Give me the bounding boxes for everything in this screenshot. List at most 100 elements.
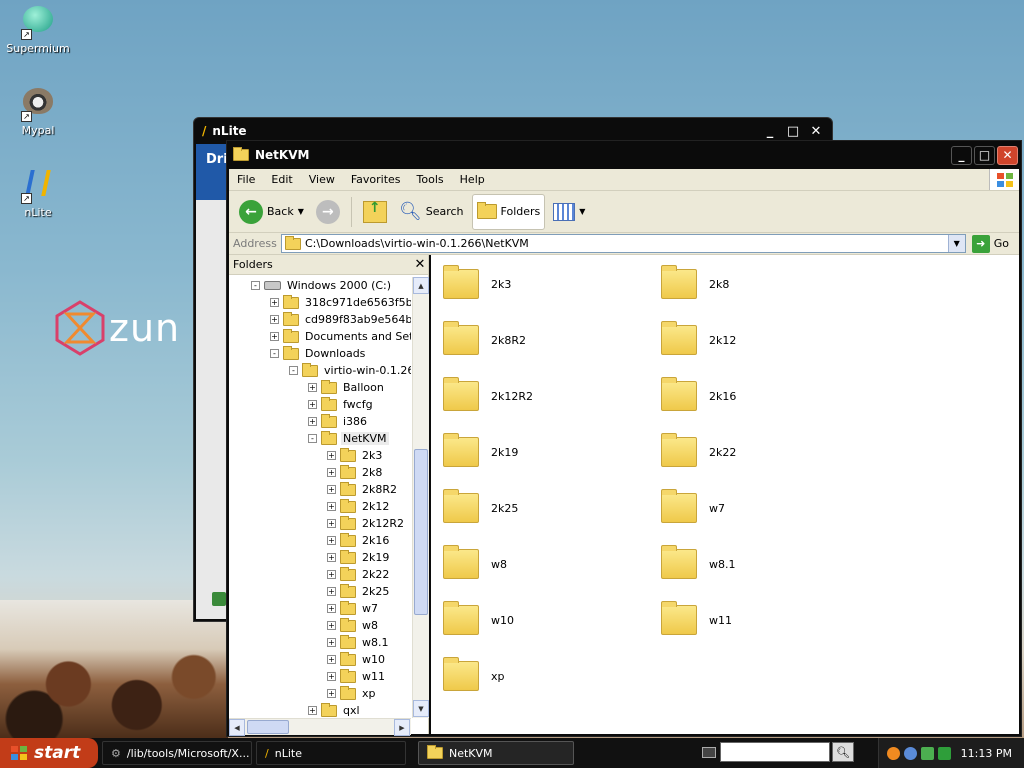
keyboard-icon[interactable] <box>702 747 716 758</box>
folder-item[interactable]: 2k12R2 <box>443 377 533 411</box>
folder-item[interactable]: 2k19 <box>443 433 518 467</box>
desktop-icon-nlite[interactable]: ↗ nLite <box>0 168 76 219</box>
tree-node[interactable]: + fwcfg <box>308 396 375 413</box>
back-dropdown-icon[interactable]: ▼ <box>298 207 304 216</box>
expand-icon[interactable]: + <box>327 536 336 545</box>
collapse-icon[interactable]: - <box>289 366 298 375</box>
tree-vertical-scrollbar[interactable]: ▲ ▼ <box>412 277 429 718</box>
expand-icon[interactable]: + <box>327 451 336 460</box>
collapse-icon[interactable]: - <box>270 349 279 358</box>
tree-node[interactable]: +2k12R2 <box>327 515 406 532</box>
tray-app-icon[interactable] <box>887 746 900 760</box>
expand-icon[interactable]: + <box>327 672 336 681</box>
expand-icon[interactable]: + <box>327 485 336 494</box>
maximize-button[interactable]: □ <box>974 145 995 165</box>
minimize-button[interactable]: _ <box>760 122 780 140</box>
scroll-left-button[interactable]: ◀ <box>229 719 245 736</box>
maximize-button[interactable]: □ <box>783 122 803 140</box>
expand-icon[interactable]: + <box>327 604 336 613</box>
search-button[interactable]: 🔍︎ Search <box>395 194 468 230</box>
expand-icon[interactable]: + <box>308 383 317 392</box>
taskbar-item-nlite[interactable]: / nLite <box>256 741 406 765</box>
tree-node[interactable]: - virtio-win-0.1.266 <box>289 362 411 379</box>
folder-item[interactable]: 2k16 <box>661 377 736 411</box>
minimize-button[interactable]: _ <box>951 145 972 165</box>
folder-item[interactable]: w10 <box>443 601 514 635</box>
tree-horizontal-scrollbar[interactable]: ◀ ▶ <box>229 718 411 736</box>
taskbar-search-button[interactable]: 🔍︎ <box>832 742 854 762</box>
expand-icon[interactable]: + <box>308 400 317 409</box>
close-folders-pane-button[interactable]: ✕ <box>412 257 428 272</box>
tree-node[interactable]: + i386 <box>308 413 369 430</box>
tree-node[interactable]: + w8.1 <box>327 634 391 651</box>
folder-item[interactable]: 2k8R2 <box>443 321 526 355</box>
tree-node[interactable]: +2k12 <box>327 498 391 515</box>
tree-node[interactable]: +2k3 <box>327 447 384 464</box>
taskbar-search-input[interactable] <box>720 742 830 762</box>
expand-icon[interactable]: + <box>327 638 336 647</box>
tree-node[interactable]: + w8 <box>327 617 380 634</box>
explorer-window[interactable]: NetKVM _ □ ✕ File Edit View Favorites To… <box>226 140 1022 768</box>
tree-node[interactable]: +2k22 <box>327 566 391 583</box>
expand-icon[interactable]: + <box>270 298 279 307</box>
expand-icon[interactable]: + <box>308 417 317 426</box>
folder-item[interactable]: 2k12 <box>661 321 736 355</box>
menu-view[interactable]: View <box>301 173 343 186</box>
tray-check-icon[interactable] <box>938 746 951 760</box>
collapse-icon[interactable]: - <box>308 434 317 443</box>
menu-favorites[interactable]: Favorites <box>343 173 409 186</box>
address-dropdown-icon[interactable]: ▼ <box>947 235 965 252</box>
expand-icon[interactable]: + <box>270 315 279 324</box>
expand-icon[interactable]: + <box>327 553 336 562</box>
expand-icon[interactable]: + <box>327 689 336 698</box>
scroll-thumb[interactable] <box>247 720 289 734</box>
tree-node[interactable]: - Downloads <box>270 345 367 362</box>
menu-file[interactable]: File <box>229 173 263 186</box>
tree-node[interactable]: +2k16 <box>327 532 391 549</box>
expand-icon[interactable]: + <box>308 706 317 715</box>
folder-item[interactable]: 2k3 <box>443 265 511 299</box>
go-button[interactable]: ➜ Go <box>970 234 1019 253</box>
taskbar-item-netkvm[interactable]: NetKVM <box>418 741 574 765</box>
expand-icon[interactable]: + <box>327 502 336 511</box>
back-button[interactable]: ← Back ▼ <box>235 194 308 230</box>
address-field[interactable]: C:\Downloads\virtio-win-0.1.266\NetKVM ▼ <box>281 234 966 253</box>
folder-item[interactable]: w7 <box>661 489 725 523</box>
menu-tools[interactable]: Tools <box>409 173 452 186</box>
scroll-down-button[interactable]: ▼ <box>413 700 429 717</box>
tray-search-icon[interactable] <box>904 746 917 760</box>
menu-edit[interactable]: Edit <box>263 173 300 186</box>
collapse-icon[interactable]: - <box>251 281 260 290</box>
explorer-titlebar[interactable]: NetKVM _ □ ✕ <box>227 141 1021 169</box>
up-button[interactable]: ↑ <box>359 194 391 230</box>
tree-node[interactable]: + xp <box>327 685 378 702</box>
tray-network-icon[interactable] <box>921 746 934 760</box>
tree-node[interactable]: +2k25 <box>327 583 391 600</box>
scroll-thumb[interactable] <box>414 449 428 615</box>
expand-icon[interactable]: + <box>327 468 336 477</box>
tree-node[interactable]: +2k8 <box>327 464 384 481</box>
folder-item[interactable]: xp <box>443 657 505 691</box>
close-button[interactable]: ✕ <box>997 145 1018 165</box>
tree-node[interactable]: - Windows 2000 (C:) <box>251 277 393 294</box>
tree-node[interactable]: + qxl <box>308 702 362 717</box>
expand-icon[interactable]: + <box>327 519 336 528</box>
tree-node[interactable]: +2k8R2 <box>327 481 399 498</box>
tree-node[interactable]: + w10 <box>327 651 387 668</box>
menu-help[interactable]: Help <box>452 173 493 186</box>
desktop-icon-mypal[interactable]: ↗ Mypal <box>0 86 76 137</box>
folder-item[interactable]: w11 <box>661 601 732 635</box>
views-button[interactable]: ▼ <box>549 194 589 230</box>
expand-icon[interactable]: + <box>327 587 336 596</box>
folder-item[interactable]: 2k22 <box>661 433 736 467</box>
tree-node[interactable]: - NetKVM <box>308 430 389 447</box>
tree-node[interactable]: + w11 <box>327 668 387 685</box>
expand-icon[interactable]: + <box>327 621 336 630</box>
close-button[interactable]: ✕ <box>806 122 826 140</box>
scroll-up-button[interactable]: ▲ <box>413 277 429 294</box>
folder-item[interactable]: 2k8 <box>661 265 729 299</box>
expand-icon[interactable]: + <box>327 570 336 579</box>
taskbar-item-terminal[interactable]: ⚙ /lib/tools/Microsoft/X... <box>102 741 252 765</box>
tree-node[interactable]: + Balloon <box>308 379 386 396</box>
folder-item[interactable]: w8.1 <box>661 545 736 579</box>
